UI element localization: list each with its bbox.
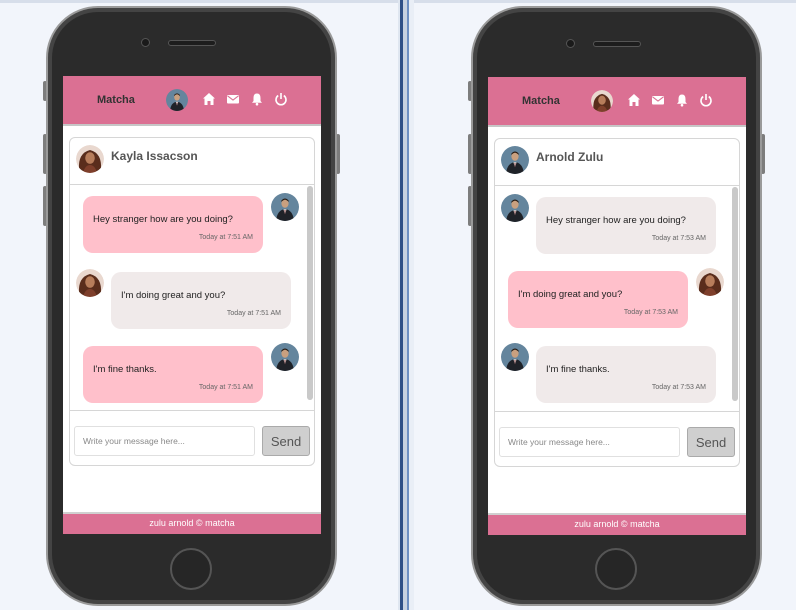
- bell-icon[interactable]: [675, 93, 689, 107]
- power-icon[interactable]: [274, 92, 288, 106]
- message-input[interactable]: [499, 427, 680, 457]
- message-list[interactable]: Hey stranger how are you doing? Today at…: [495, 186, 739, 410]
- message-input[interactable]: [74, 426, 255, 456]
- navbar: Matcha: [63, 76, 321, 126]
- phone-camera: [566, 39, 575, 48]
- brand-logo[interactable]: Matcha: [522, 95, 560, 107]
- phone-left: Matcha Kayla Issacson Hey stranger how a…: [43, 6, 340, 606]
- message-list[interactable]: Hey stranger how are you doing? Today at…: [70, 185, 314, 409]
- footer: zulu arnold © matcha: [63, 512, 321, 534]
- app-screen: Matcha Arnold Zulu Hey stranger how are …: [488, 77, 746, 535]
- message-timestamp: Today at 7:51 AM: [198, 234, 253, 241]
- message-bubble-sent: I'm fine thanks. Today at 7:51 AM: [83, 346, 263, 403]
- message-bubble-sent: Hey stranger how are you doing? Today at…: [83, 196, 263, 253]
- message-scrollbar[interactable]: [732, 187, 738, 401]
- contact-name[interactable]: Kayla Issacson: [111, 149, 198, 163]
- home-icon[interactable]: [627, 93, 641, 107]
- sender-avatar: [271, 343, 299, 371]
- message-timestamp: Today at 7:53 AM: [623, 309, 678, 316]
- bell-icon[interactable]: [250, 92, 264, 106]
- composer: Send: [70, 410, 314, 466]
- phone-home-button[interactable]: [595, 548, 637, 590]
- receiver-avatar: [501, 343, 529, 371]
- mail-icon[interactable]: [226, 92, 240, 106]
- message-bubble-received: I'm doing great and you? Today at 7:51 A…: [111, 272, 291, 329]
- chat-card: Kayla Issacson Hey stranger how are you …: [69, 137, 315, 466]
- chat-header: Kayla Issacson: [70, 138, 314, 185]
- phone-home-button[interactable]: [170, 548, 212, 590]
- sender-avatar: [271, 193, 299, 221]
- mail-icon[interactable]: [651, 93, 665, 107]
- contact-avatar[interactable]: [501, 146, 529, 174]
- phone-right: Matcha Arnold Zulu Hey stranger how are …: [468, 6, 765, 606]
- power-icon[interactable]: [699, 93, 713, 107]
- phone-camera: [141, 38, 150, 47]
- send-button[interactable]: Send: [687, 427, 735, 457]
- message-bubble-received: Hey stranger how are you doing? Today at…: [536, 197, 716, 254]
- footer: zulu arnold © matcha: [488, 513, 746, 535]
- message-text: I'm fine thanks.: [93, 364, 157, 375]
- send-button[interactable]: Send: [262, 426, 310, 456]
- message-timestamp: Today at 7:53 AM: [651, 235, 706, 242]
- message-timestamp: Today at 7:51 AM: [226, 310, 281, 317]
- window-frame-top-right: [414, 0, 796, 3]
- message-timestamp: Today at 7:53 AM: [651, 384, 706, 391]
- chat-card: Arnold Zulu Hey stranger how are you doi…: [494, 138, 740, 467]
- app-screen: Matcha Kayla Issacson Hey stranger how a…: [63, 76, 321, 534]
- navbar: Matcha: [488, 77, 746, 127]
- sender-avatar: [696, 268, 724, 296]
- receiver-avatar: [76, 269, 104, 297]
- composer: Send: [495, 411, 739, 467]
- message-timestamp: Today at 7:51 AM: [198, 384, 253, 391]
- contact-name[interactable]: Arnold Zulu: [536, 150, 603, 164]
- message-text: I'm doing great and you?: [121, 290, 226, 301]
- phone-speaker: [168, 40, 216, 46]
- scrollbar-thumb[interactable]: [307, 186, 313, 400]
- scrollbar-thumb[interactable]: [732, 187, 738, 401]
- message-text: I'm doing great and you?: [518, 289, 623, 300]
- message-bubble-sent: I'm doing great and you? Today at 7:53 A…: [508, 271, 688, 328]
- window-frame-top-left: [0, 0, 398, 3]
- message-text: I'm fine thanks.: [546, 364, 610, 375]
- contact-avatar[interactable]: [76, 145, 104, 173]
- brand-logo[interactable]: Matcha: [97, 94, 135, 106]
- window-divider[interactable]: [398, 0, 414, 610]
- chat-header: Arnold Zulu: [495, 139, 739, 186]
- user-avatar[interactable]: [591, 90, 613, 112]
- receiver-avatar: [501, 194, 529, 222]
- message-bubble-received: I'm fine thanks. Today at 7:53 AM: [536, 346, 716, 403]
- home-icon[interactable]: [202, 92, 216, 106]
- message-scrollbar[interactable]: [307, 186, 313, 400]
- message-text: Hey stranger how are you doing?: [546, 215, 686, 226]
- user-avatar[interactable]: [166, 89, 188, 111]
- message-text: Hey stranger how are you doing?: [93, 214, 233, 225]
- phone-speaker: [593, 41, 641, 47]
